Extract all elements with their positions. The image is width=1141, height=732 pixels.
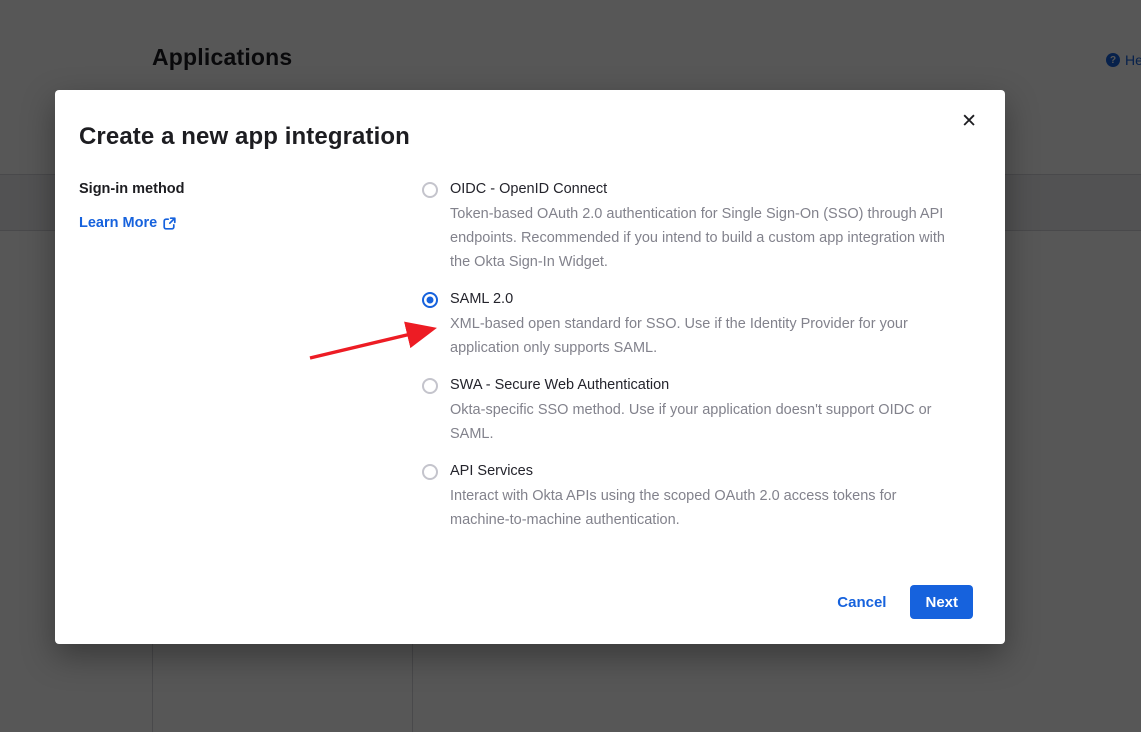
modal-body: Sign-in method Learn More OIDC - OpenID … (79, 181, 973, 585)
external-link-icon (163, 217, 176, 230)
annotation-arrow (298, 316, 458, 371)
modal-title: Create a new app integration (79, 123, 973, 151)
close-icon[interactable]: ✕ (957, 108, 981, 135)
learn-more-link[interactable]: Learn More (79, 215, 176, 231)
radio-option-oidc[interactable]: OIDC - OpenID Connect Token-based OAuth … (422, 181, 973, 274)
radio-option-saml[interactable]: SAML 2.0 XML-based open standard for SSO… (422, 291, 973, 360)
radio-option-api-services[interactable]: API Services Interact with Okta APIs usi… (422, 463, 973, 532)
radio-icon[interactable] (422, 182, 438, 198)
radio-option-swa[interactable]: SWA - Secure Web Authentication Okta-spe… (422, 377, 973, 446)
sign-in-method-label: Sign-in method (79, 181, 422, 197)
learn-more-label: Learn More (79, 215, 157, 231)
radio-icon-selected[interactable] (422, 292, 438, 308)
option-label: OIDC - OpenID Connect (450, 181, 949, 197)
cancel-button[interactable]: Cancel (833, 588, 890, 617)
create-app-integration-modal: ✕ Create a new app integration Sign-in m… (55, 90, 1005, 644)
modal-left-column: Sign-in method Learn More (79, 181, 422, 585)
sign-in-method-radio-group: OIDC - OpenID Connect Token-based OAuth … (422, 181, 973, 585)
option-description: Okta-specific SSO method. Use if your ap… (450, 398, 949, 446)
option-label: SWA - Secure Web Authentication (450, 377, 949, 393)
radio-icon[interactable] (422, 464, 438, 480)
option-description: XML-based open standard for SSO. Use if … (450, 312, 949, 360)
option-label: API Services (450, 463, 949, 479)
option-label: SAML 2.0 (450, 291, 949, 307)
modal-footer: Cancel Next (79, 585, 973, 619)
option-description: Token-based OAuth 2.0 authentication for… (450, 202, 949, 274)
next-button[interactable]: Next (910, 585, 973, 619)
radio-icon[interactable] (422, 378, 438, 394)
option-description: Interact with Okta APIs using the scoped… (450, 484, 949, 532)
